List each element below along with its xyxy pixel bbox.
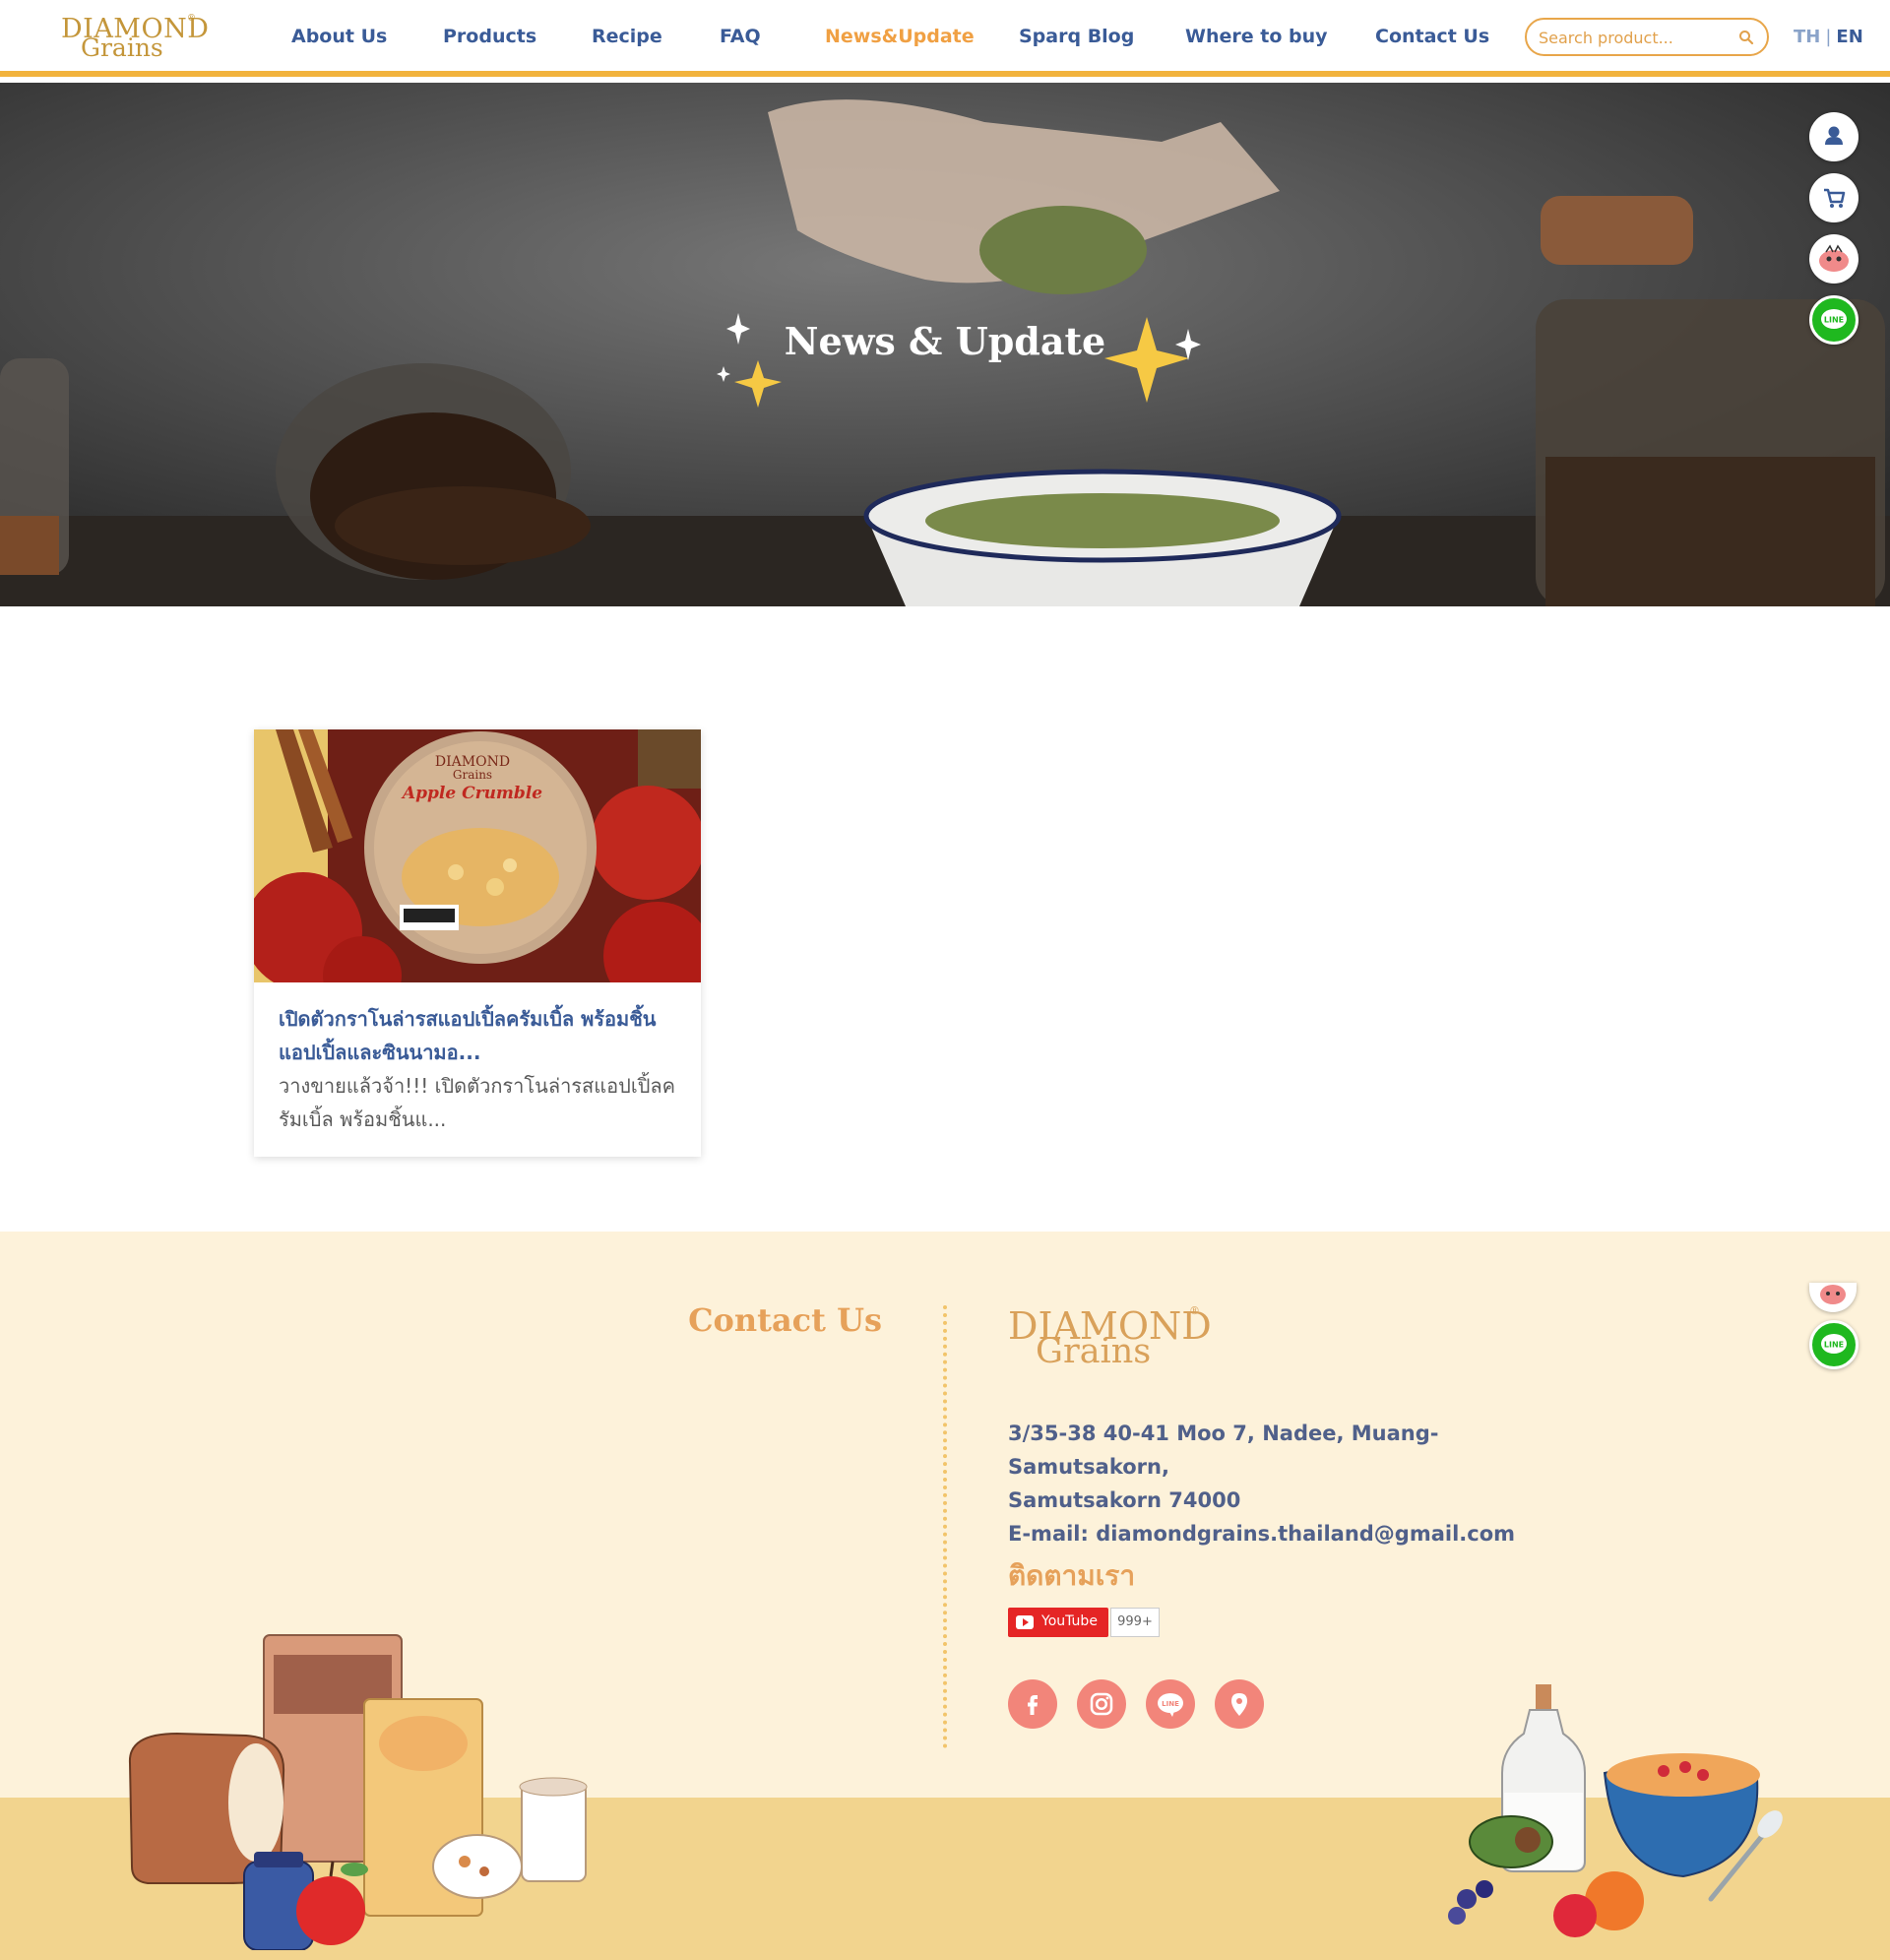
svg-text:LINE: LINE bbox=[1824, 316, 1844, 325]
cart-button[interactable] bbox=[1809, 173, 1858, 222]
facebook-icon bbox=[1028, 1695, 1038, 1715]
page-title: News & Update bbox=[784, 319, 1106, 363]
news-card-image[interactable]: DIAMOND Grains Apple Crumble bbox=[254, 729, 701, 982]
news-card[interactable]: DIAMOND Grains Apple Crumble เปิดตัวกราโ… bbox=[254, 729, 701, 1157]
user-icon bbox=[1825, 126, 1843, 145]
line-icon: LINE bbox=[1821, 309, 1847, 329]
line-chat-button-footer[interactable]: LINE bbox=[1809, 1320, 1858, 1369]
line-button[interactable]: LINE bbox=[1146, 1679, 1195, 1729]
lang-th[interactable]: TH bbox=[1794, 27, 1820, 47]
site-footer: Contact Us DIAMOND Grains ® 3/35-38 40-4… bbox=[0, 1232, 1890, 1960]
logo-registered: ® bbox=[187, 14, 196, 24]
nav-where-to-buy[interactable]: Where to buy bbox=[1185, 26, 1328, 47]
cart-icon bbox=[1824, 188, 1846, 208]
search-icon[interactable] bbox=[1737, 29, 1755, 46]
mascot-button[interactable] bbox=[1809, 234, 1858, 284]
hero-banner: News & Update bbox=[0, 83, 1890, 606]
footer-logo[interactable]: DIAMOND Grains ® bbox=[1008, 1304, 1212, 1373]
address-line-2: Samutsakorn 74000 bbox=[1008, 1488, 1241, 1512]
map-button[interactable] bbox=[1215, 1679, 1264, 1729]
email-line[interactable]: E-mail: diamondgrains.thailand@gmail.com bbox=[1008, 1517, 1599, 1550]
news-card-title[interactable]: เปิดตัวกราโนล่ารสแอปเปิ้ลครัมเบิ้ล พร้อม… bbox=[279, 1002, 682, 1069]
search-box bbox=[1525, 18, 1769, 56]
facebook-button[interactable] bbox=[1008, 1679, 1057, 1729]
nav-news-update[interactable]: News&Update bbox=[825, 26, 975, 47]
language-switcher: TH | EN bbox=[1794, 27, 1863, 47]
nav-recipe[interactable]: Recipe bbox=[592, 26, 662, 47]
apple-crumble-photo: DIAMOND Grains Apple Crumble bbox=[254, 729, 701, 982]
news-card-excerpt: วางขายแล้วจ้า!!! เปิดตัวกราโนล่ารสแอปเปิ… bbox=[279, 1074, 676, 1131]
breakfast-illustration bbox=[1448, 1684, 1783, 1937]
account-button[interactable] bbox=[1809, 112, 1858, 161]
address-line-1: 3/35-38 40-41 Moo 7, Nadee, Muang-Samuts… bbox=[1008, 1422, 1439, 1479]
youtube-button[interactable]: YouTube bbox=[1008, 1608, 1108, 1637]
nav-contact-us[interactable]: Contact Us bbox=[1375, 26, 1489, 47]
lang-separator: | bbox=[1825, 27, 1832, 47]
nav-faq[interactable]: FAQ bbox=[720, 26, 761, 47]
youtube-icon bbox=[1016, 1615, 1034, 1629]
footer-logo-line2: Grains bbox=[1036, 1332, 1152, 1371]
products-illustration bbox=[128, 1634, 588, 1950]
line-icon: LINE bbox=[1158, 1693, 1183, 1717]
svg-text:LINE: LINE bbox=[1824, 1341, 1844, 1350]
line-chat-button[interactable]: LINE bbox=[1809, 295, 1858, 345]
footer-divider bbox=[943, 1305, 947, 1748]
lang-en[interactable]: EN bbox=[1836, 27, 1862, 47]
follow-us-title: ติดตามเรา bbox=[1008, 1559, 1136, 1592]
mascot-icon bbox=[1820, 1285, 1846, 1304]
nav-about-us[interactable]: About Us bbox=[291, 26, 387, 47]
mascot-icon bbox=[1819, 244, 1849, 272]
instagram-icon bbox=[1090, 1692, 1113, 1716]
footer-address: 3/35-38 40-41 Moo 7, Nadee, Muang-Samuts… bbox=[1008, 1417, 1599, 1550]
footer-contact-title: Contact Us bbox=[688, 1301, 882, 1339]
map-pin-icon bbox=[1231, 1693, 1247, 1716]
line-icon: LINE bbox=[1821, 1334, 1847, 1354]
brand-logo[interactable]: DIAMOND Grains ® bbox=[61, 14, 209, 62]
svg-text:Grains: Grains bbox=[453, 768, 492, 782]
instagram-button[interactable] bbox=[1077, 1679, 1126, 1729]
search-input[interactable] bbox=[1539, 28, 1726, 47]
nav-sparq-blog[interactable]: Sparq Blog bbox=[1019, 26, 1134, 47]
svg-text:LINE: LINE bbox=[1162, 1700, 1179, 1708]
site-header: DIAMOND Grains ® About Us Products Recip… bbox=[0, 0, 1890, 77]
youtube-subscriber-count: 999+ bbox=[1110, 1608, 1160, 1637]
nav-products[interactable]: Products bbox=[443, 26, 536, 47]
footer-logo-registered: ® bbox=[1189, 1304, 1200, 1317]
logo-line2: Grains bbox=[81, 33, 163, 62]
youtube-label: YouTube bbox=[1041, 1613, 1098, 1629]
mascot-button-footer[interactable] bbox=[1809, 1283, 1857, 1312]
svg-text:Apple Crumble: Apple Crumble bbox=[401, 784, 542, 803]
